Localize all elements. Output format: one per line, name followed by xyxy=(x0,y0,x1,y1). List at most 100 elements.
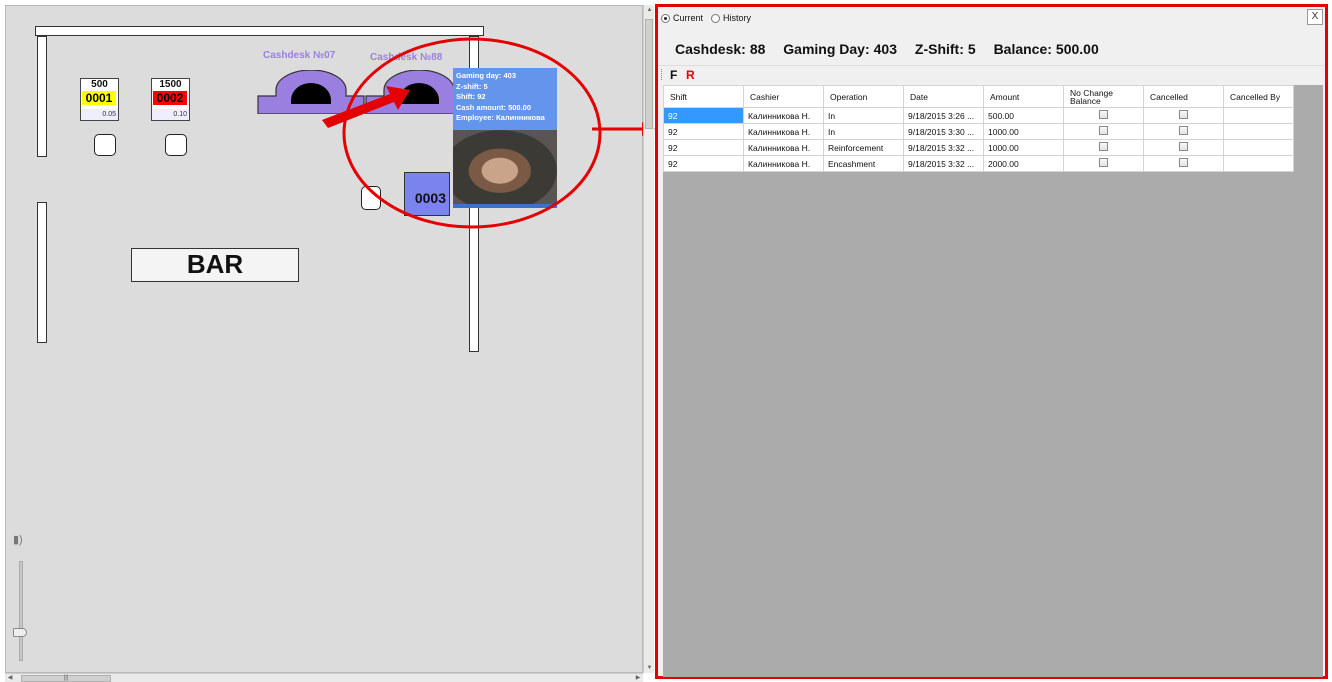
cell-cancelled[interactable] xyxy=(1143,155,1224,172)
table-row[interactable]: 92 Калинникова Н. In 9/18/2015 3:26 ... … xyxy=(663,107,1294,124)
tooltip-employee: Employee: Калинникова xyxy=(456,113,545,122)
cell-operation[interactable]: Encashment xyxy=(823,155,904,172)
cell-cashier[interactable]: Калинникова Н. xyxy=(743,107,824,124)
no-change-balance-checkbox[interactable] xyxy=(1099,110,1108,119)
cell-operation[interactable]: In xyxy=(823,107,904,124)
column-header[interactable]: Cancelled xyxy=(1143,85,1224,108)
cancelled-checkbox[interactable] xyxy=(1179,142,1188,151)
cashdesk-07[interactable] xyxy=(256,70,366,114)
radio-current-dot[interactable] xyxy=(661,14,670,24)
wall-top xyxy=(35,26,484,36)
scroll-left-icon[interactable]: ◀ xyxy=(5,674,15,682)
balance-label: Balance: xyxy=(993,41,1052,57)
cell-cancelled-by[interactable] xyxy=(1223,107,1294,124)
toolbar-grip[interactable] xyxy=(661,69,664,80)
radio-history[interactable]: History xyxy=(711,12,752,24)
column-header[interactable]: Operation xyxy=(823,85,904,108)
column-header[interactable]: No Change Balance xyxy=(1063,85,1144,108)
no-change-balance-checkbox[interactable] xyxy=(1099,126,1108,135)
station-0003[interactable]: 0003 xyxy=(404,172,450,216)
column-header[interactable]: Amount xyxy=(983,85,1064,108)
scroll-thumb[interactable]: ||| xyxy=(21,675,111,682)
cell-date[interactable]: 9/18/2015 3:30 ... xyxy=(903,123,984,140)
seat[interactable] xyxy=(361,186,381,210)
cell-cashier[interactable]: Калинникова Н. xyxy=(743,139,824,156)
slot-denom: 1500 xyxy=(159,79,182,90)
scroll-down-icon[interactable]: ▼ xyxy=(645,663,654,673)
table-row[interactable]: 92 Калинникова Н. In 9/18/2015 3:30 ... … xyxy=(663,123,1294,140)
cell-no-change-balance[interactable] xyxy=(1063,139,1144,156)
cell-cashier[interactable]: Калинникова Н. xyxy=(743,123,824,140)
seat[interactable] xyxy=(94,134,116,156)
tooltip-shift: Shift: 92 xyxy=(456,92,486,101)
column-header[interactable]: Cashier xyxy=(743,85,824,108)
radio-history-label: History xyxy=(723,12,752,23)
cell-amount[interactable]: 500.00 xyxy=(983,107,1064,124)
radio-history-dot[interactable] xyxy=(711,14,721,24)
cell-cashier[interactable]: Калинникова Н. xyxy=(743,155,824,172)
cancelled-checkbox[interactable] xyxy=(1179,158,1188,167)
cell-operation[interactable]: Reinforcement xyxy=(823,139,904,156)
cashdesk-label-88: Cashdesk №88 xyxy=(370,52,443,63)
column-header[interactable]: Date xyxy=(903,85,984,108)
cell-cancelled[interactable] xyxy=(1143,123,1224,140)
no-change-balance-checkbox[interactable] xyxy=(1099,142,1108,151)
cell-no-change-balance[interactable] xyxy=(1063,155,1144,172)
cell-no-change-balance[interactable] xyxy=(1063,123,1144,140)
vertical-scrollbar[interactable]: ▲ ▼ xyxy=(643,5,654,673)
close-button[interactable]: X xyxy=(1307,9,1323,25)
scroll-right-icon[interactable]: ▶ xyxy=(633,674,643,682)
cell-cancelled-by[interactable] xyxy=(1223,139,1294,156)
table-header-row: Shift Cashier Operation Date Amount No C… xyxy=(663,85,1294,108)
radio-current[interactable]: Current xyxy=(661,13,703,24)
slot-machine-0002[interactable]: 1500 0002 0.10 xyxy=(151,78,190,121)
cell-date[interactable]: 9/18/2015 3:32 ... xyxy=(903,155,984,172)
cell-shift[interactable]: 92 xyxy=(663,155,744,172)
scroll-thumb[interactable] xyxy=(645,19,653,129)
cell-cancelled-by[interactable] xyxy=(1223,123,1294,140)
table-row[interactable]: 92 Калинникова Н. Reinforcement 9/18/201… xyxy=(663,139,1294,156)
tooltip-cash-amount: Cash amount: 500.00 xyxy=(456,102,532,112)
volume-slider-thumb[interactable] xyxy=(13,628,27,637)
cell-amount[interactable]: 1000.00 xyxy=(983,139,1064,156)
table-row[interactable]: 92 Калинникова Н. Encashment 9/18/2015 3… xyxy=(663,155,1294,172)
cell-cancelled-by[interactable] xyxy=(1223,155,1294,172)
cell-cancelled[interactable] xyxy=(1143,107,1224,124)
floor-plan[interactable]: Cashdesk №07 Cashdesk №88 500 0001 0.05 … xyxy=(5,5,643,673)
zshift-label: Z-Shift: xyxy=(914,41,964,57)
slot-denom: 500 xyxy=(91,79,108,90)
cell-date[interactable]: 9/18/2015 3:26 ... xyxy=(903,107,984,124)
tooltip-z-shift: Z-shift: 5 xyxy=(456,81,488,91)
scroll-up-icon[interactable]: ▲ xyxy=(645,5,654,15)
no-change-balance-checkbox[interactable] xyxy=(1099,158,1108,167)
cell-shift[interactable]: 92 xyxy=(663,139,744,156)
cell-cancelled[interactable] xyxy=(1143,139,1224,156)
tooltip-gaming-day: Gaming day: 403 xyxy=(456,71,517,80)
cell-amount[interactable]: 1000.00 xyxy=(983,123,1064,140)
cell-operation[interactable]: In xyxy=(823,123,904,140)
seat[interactable] xyxy=(165,134,187,156)
volume-slider-track[interactable] xyxy=(19,561,23,661)
cell-shift[interactable]: 92 xyxy=(663,107,744,124)
column-header[interactable]: Cancelled By xyxy=(1223,85,1294,108)
operations-grid[interactable]: Shift Cashier Operation Date Amount No C… xyxy=(663,85,1323,677)
zshift-value: 5 xyxy=(967,41,976,57)
cell-no-change-balance[interactable] xyxy=(1063,107,1144,124)
horizontal-scrollbar[interactable]: ◀ ||| ▶ xyxy=(5,673,643,682)
filter-button[interactable]: F xyxy=(670,67,677,83)
bar-area: BAR xyxy=(131,248,299,282)
gaming-day-label: Gaming Day: xyxy=(783,41,870,57)
cancelled-checkbox[interactable] xyxy=(1179,110,1188,119)
slot-number: 0001 xyxy=(82,91,116,105)
tooltip-footer-bar xyxy=(453,204,557,208)
toolbar: F R xyxy=(658,65,1325,83)
cancelled-checkbox[interactable] xyxy=(1179,126,1188,135)
cell-shift[interactable]: 92 xyxy=(663,123,744,140)
column-header[interactable]: Shift xyxy=(663,85,744,108)
cell-date[interactable]: 9/18/2015 3:32 ... xyxy=(903,139,984,156)
cell-amount[interactable]: 2000.00 xyxy=(983,155,1064,172)
slot-machine-0001[interactable]: 500 0001 0.05 xyxy=(80,78,119,121)
speaker-icon[interactable]: ▮) xyxy=(13,533,23,546)
cashdesk-info: Cashdesk: 88 Gaming Day: 403 Z-Shift: 5 Bal… xyxy=(675,41,1103,57)
refresh-button[interactable]: R xyxy=(686,67,695,83)
